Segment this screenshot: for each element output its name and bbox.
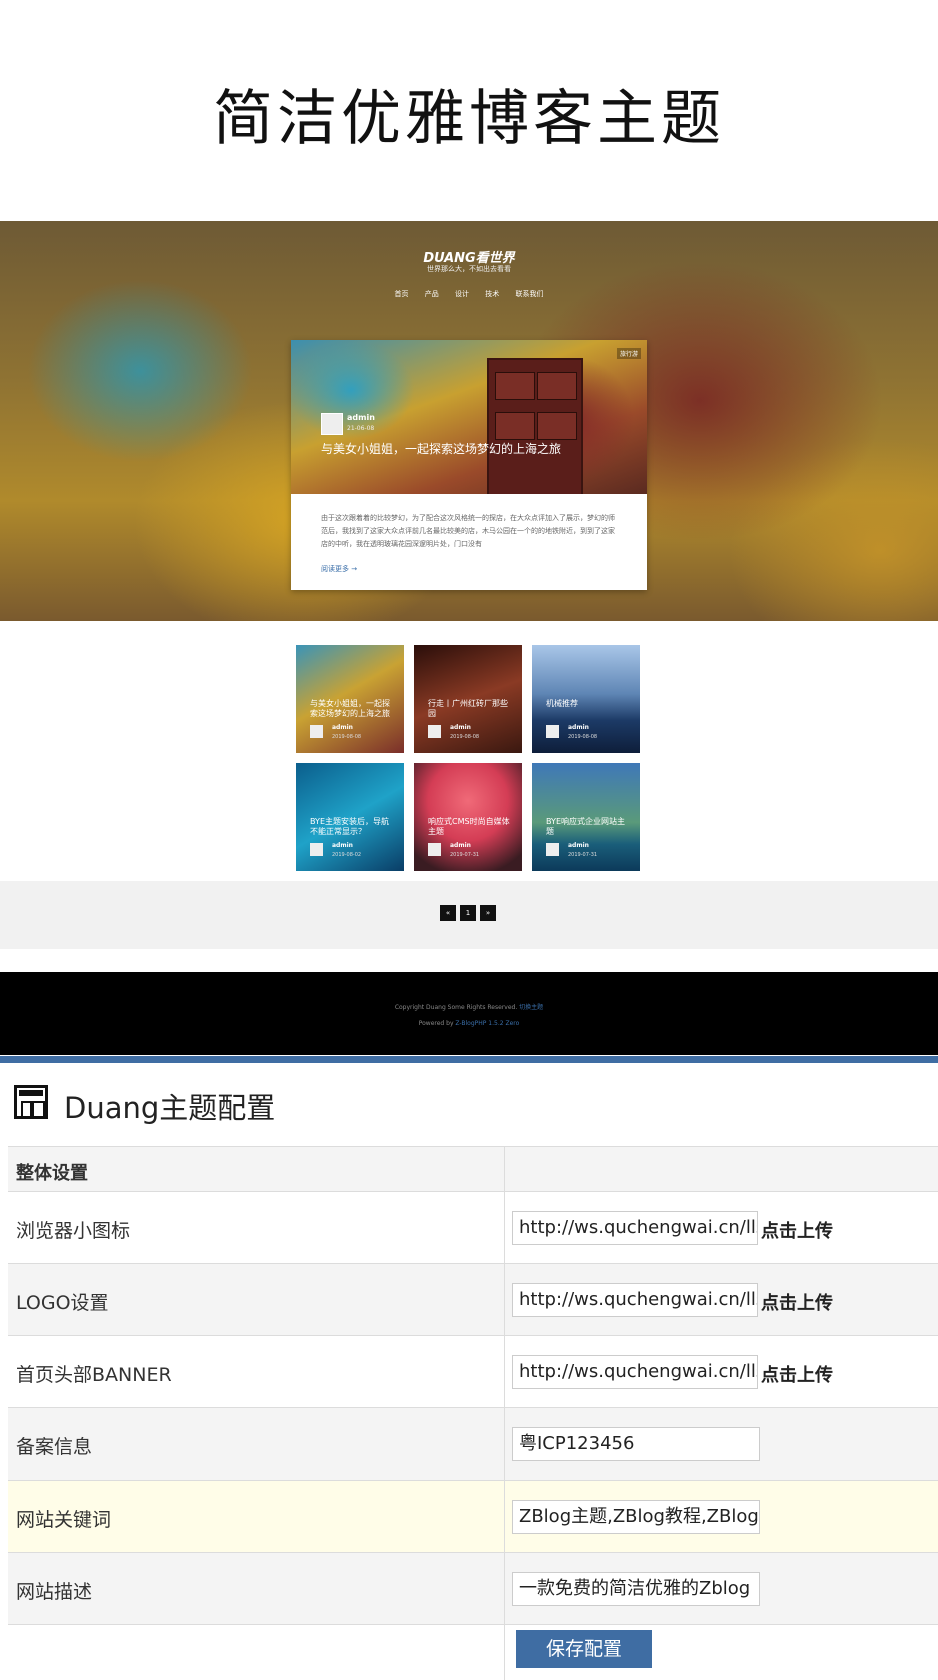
section-title: 整体设置	[16, 1163, 88, 1184]
post-author[interactable]: admin	[347, 413, 375, 422]
favicon-input[interactable]: http://ws.quchengwai.cn/lls/	[512, 1211, 758, 1245]
featured-post-card[interactable]: 旅行游 admin 21-06-08 与美女小姐姐，一起探索这场梦幻的上海之旅 …	[291, 340, 647, 590]
nav-item-home[interactable]: 首页	[395, 290, 409, 298]
avatar	[310, 843, 323, 856]
config-row-banner: 首页头部BANNER http://ws.quchengwai.cn/lls/ …	[8, 1335, 938, 1408]
config-section-header: 整体设置	[8, 1146, 938, 1192]
nav-item-tech[interactable]: 技术	[485, 290, 499, 298]
pagination-bar: « 1 »	[0, 881, 938, 949]
thumb-author[interactable]: admin	[332, 724, 353, 731]
site-footer: Copyright Duang Some Rights Reserved. 切换…	[0, 972, 938, 1055]
door-graphic	[487, 358, 583, 494]
category-tag[interactable]: 旅行游	[616, 348, 641, 359]
avatar	[428, 725, 441, 738]
thumb-date: 2019-08-08	[450, 734, 480, 740]
avatar	[546, 725, 559, 738]
banner-input[interactable]: http://ws.quchengwai.cn/lls/	[512, 1355, 758, 1389]
post-thumb[interactable]: 与美女小姐姐，一起探索这场梦幻的上海之旅 admin 2019-08-08	[296, 645, 404, 753]
keywords-input[interactable]: ZBlog主题,ZBlog教程,ZBlog	[512, 1500, 760, 1534]
powered-text: Powered by	[418, 1020, 454, 1027]
post-thumb[interactable]: BYE响应式企业网站主题 admin 2019-07-31	[532, 763, 640, 871]
thumb-title[interactable]: BYE响应式企业网站主题	[546, 817, 630, 837]
config-row-description: 网站描述 一款免费的简洁优雅的Zblog	[8, 1552, 938, 1625]
footer-link[interactable]: 切换主题	[519, 1004, 543, 1011]
post-thumb[interactable]: 行走丨广州红砖厂那些园 admin 2019-08-08	[414, 645, 522, 753]
config-row-actions	[8, 1624, 938, 1680]
hero-banner: DUANG看世界 世界那么大，不如出去看看 首页 产品 设计 技术 联系我们 旅…	[0, 221, 938, 621]
thumb-author[interactable]: admin	[568, 724, 589, 731]
main-nav: 首页 产品 设计 技术 联系我们	[0, 289, 938, 299]
thumb-date: 2019-07-31	[450, 852, 480, 858]
config-row-icp: 备案信息 粤ICP123456	[8, 1407, 938, 1481]
layout-icon	[14, 1085, 48, 1119]
icp-input[interactable]: 粤ICP123456	[512, 1427, 760, 1461]
page-title: 简洁优雅博客主题	[213, 84, 725, 154]
next-page-button[interactable]: »	[480, 905, 496, 921]
banner-upload-button[interactable]: 点击上传	[761, 1361, 833, 1387]
thumb-author[interactable]: admin	[332, 842, 353, 849]
copyright-text: Copyright Duang Some Rights Reserved.	[394, 1004, 518, 1011]
favicon-upload-button[interactable]: 点击上传	[761, 1217, 833, 1243]
icp-label: 备案信息	[16, 1436, 93, 1458]
post-thumb[interactable]: 机械推荐 admin 2019-08-08	[532, 645, 640, 753]
footer-powered: Powered by Z-BlogPHP 1.5.2 Zero	[0, 1020, 938, 1027]
logo-input[interactable]: http://ws.quchengwai.cn/lls/	[512, 1283, 758, 1317]
featured-post-image[interactable]: 旅行游 admin 21-06-08 与美女小姐姐，一起探索这场梦幻的上海之旅	[291, 340, 647, 494]
thumb-author[interactable]: admin	[450, 724, 471, 731]
nav-item-design[interactable]: 设计	[455, 290, 469, 298]
thumb-title[interactable]: 与美女小姐姐，一起探索这场梦幻的上海之旅	[310, 699, 394, 719]
divider-bar	[0, 1056, 938, 1063]
powered-link[interactable]: Z-BlogPHP 1.5.2 Zero	[455, 1020, 519, 1027]
config-row-favicon: 浏览器小图标 http://ws.quchengwai.cn/lls/ 点击上传	[8, 1191, 938, 1264]
thumb-date: 2019-08-02	[332, 852, 362, 858]
description-input[interactable]: 一款免费的简洁优雅的Zblog	[512, 1572, 760, 1606]
footer-copyright: Copyright Duang Some Rights Reserved. 切换…	[0, 1002, 938, 1011]
site-slogan: 世界那么大，不如出去看看	[427, 265, 511, 273]
thumb-title[interactable]: 行走丨广州红砖厂那些园	[428, 699, 512, 719]
avatar	[428, 843, 441, 856]
post-excerpt: 由于这次跟着着的比较梦幻，为了配合这次风格统一的探店，在大众点评加入了展示，梦幻…	[321, 514, 615, 548]
prev-page-button[interactable]: «	[440, 905, 456, 921]
avatar	[310, 725, 323, 738]
logo-label: LOGO设置	[16, 1292, 109, 1314]
thumb-title[interactable]: BYE主题安装后，导航不能正常显示？	[310, 817, 394, 837]
favicon-label: 浏览器小图标	[16, 1220, 131, 1242]
page-1-button[interactable]: 1	[460, 905, 476, 921]
nav-item-contact[interactable]: 联系我们	[515, 290, 543, 298]
logo-upload-button[interactable]: 点击上传	[761, 1289, 833, 1315]
thumb-date: 2019-08-08	[568, 734, 598, 740]
thumb-author[interactable]: admin	[450, 842, 471, 849]
save-config-button[interactable]: 保存配置	[516, 1630, 652, 1668]
config-title: Duang主题配置	[64, 1091, 276, 1125]
post-thumb[interactable]: 响应式CMS时尚自媒体主题 admin 2019-07-31	[414, 763, 522, 871]
featured-post-title[interactable]: 与美女小姐姐，一起探索这场梦幻的上海之旅	[321, 442, 571, 457]
avatar	[546, 843, 559, 856]
description-label: 网站描述	[16, 1581, 93, 1603]
thumb-title[interactable]: 响应式CMS时尚自媒体主题	[428, 817, 512, 837]
avatar	[321, 413, 343, 435]
thumb-title[interactable]: 机械推荐	[546, 699, 630, 709]
post-thumb[interactable]: BYE主题安装后，导航不能正常显示？ admin 2019-08-02	[296, 763, 404, 871]
thumb-date: 2019-07-31	[568, 852, 598, 858]
keywords-label: 网站关键词	[16, 1509, 112, 1531]
config-row-keywords: 网站关键词 ZBlog主题,ZBlog教程,ZBlog	[8, 1480, 938, 1553]
thumb-author[interactable]: admin	[568, 842, 589, 849]
thumb-date: 2019-08-08	[332, 734, 362, 740]
post-date: 21-06-08	[347, 425, 375, 432]
nav-item-product[interactable]: 产品	[425, 290, 439, 298]
config-row-logo: LOGO设置 http://ws.quchengwai.cn/lls/ 点击上传	[8, 1263, 938, 1336]
banner-label: 首页头部BANNER	[16, 1364, 172, 1386]
read-more-link[interactable]: 阅读更多 →	[321, 564, 357, 574]
